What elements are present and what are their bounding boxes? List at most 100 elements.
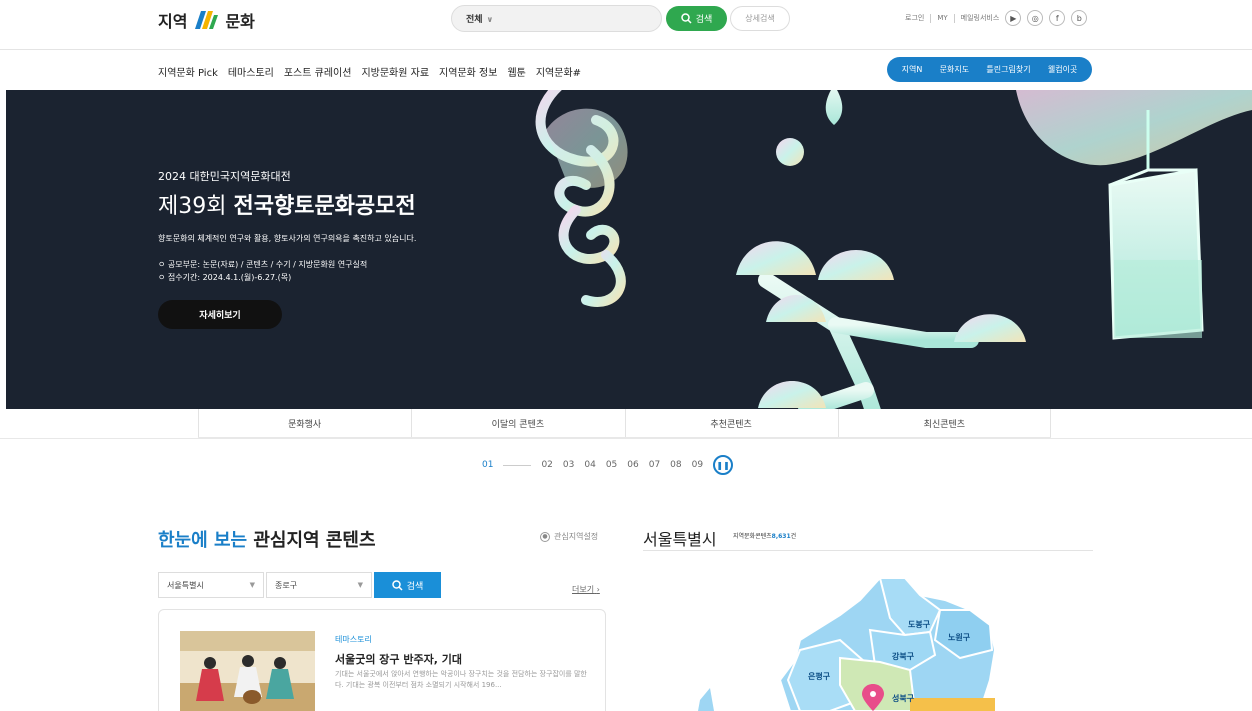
quick-item-welcome[interactable]: 웰컴이곳 <box>1048 64 1077 75</box>
nav-item-post-curation[interactable]: 포스트 큐레이션 <box>284 64 352 79</box>
search-button[interactable]: 검색 <box>666 6 727 31</box>
nav-item-cultural-center[interactable]: 지방문화원 자료 <box>361 64 429 79</box>
my-link[interactable]: MY <box>937 14 947 22</box>
region-setting-label: 관심지역설정 <box>554 532 599 541</box>
login-link[interactable]: 로그인 <box>905 13 924 23</box>
nav-item-webtoon[interactable]: 웹툰 <box>507 64 525 79</box>
banner-year: 2024 대한민국지역문화대전 <box>158 170 291 183</box>
interest-title-rest: 관심지역 콘텐츠 <box>253 530 376 551</box>
nav-item-culture-info[interactable]: 지역문화 정보 <box>439 64 497 79</box>
search-box: 전체 ∨ <box>451 5 662 32</box>
site-logo[interactable]: 지역 문화 <box>158 8 255 32</box>
more-link-label: 더보기 <box>572 585 595 594</box>
district-label-gangbuk[interactable]: 강북구 <box>892 651 915 661</box>
page-indicator[interactable]: 06 <box>627 460 638 470</box>
district-select[interactable]: 종로구 ▼ <box>266 572 372 598</box>
page-indicator[interactable]: 03 <box>563 460 574 470</box>
count-value: 8,631 <box>771 533 791 540</box>
nav-item-pick[interactable]: 지역문화 Pick <box>158 64 218 79</box>
banner-description: 향토문화의 체계적인 연구와 활용, 향토사가의 연구의욕을 촉진하고 있습니다… <box>158 234 417 243</box>
youtube-icon[interactable]: ▶ <box>1005 10 1022 26</box>
banner-detail-button[interactable]: 자세히보기 <box>158 300 282 329</box>
divider <box>953 13 955 23</box>
search-scope-label: 전체 <box>466 15 483 25</box>
card-category: 테마스토리 <box>335 635 372 644</box>
district-label-eunpyeong[interactable]: 은평구 <box>808 671 831 681</box>
region-search-label: 검색 <box>406 581 424 592</box>
banner-details: ㅇ 공모부문: 논문(자료) / 콘텐츠 / 수기 / 지방문화원 연구실적 ㅇ… <box>158 258 416 284</box>
tab-culture-events[interactable]: 문화행사 <box>198 409 411 437</box>
tab-monthly-content[interactable]: 이달의 콘텐츠 <box>411 409 624 437</box>
banner-title-bold: 전국향토문화공모전 <box>233 194 416 219</box>
search-scope-select[interactable]: 전체 ∨ <box>466 12 516 25</box>
quick-menu: 지역N 문화지도 틀린그림찾기 웰컴이곳 <box>887 57 1092 82</box>
page-indicator[interactable]: 08 <box>670 460 681 470</box>
page-indicator[interactable]: 09 <box>692 460 703 470</box>
caret-down-icon: ▼ <box>357 581 363 589</box>
quick-item-spot-difference[interactable]: 틀린그림찾기 <box>986 64 1030 75</box>
quick-item-region-n[interactable]: 지역N <box>902 64 923 75</box>
tab-recommended[interactable]: 추천콘텐츠 <box>624 409 838 437</box>
nav-item-theme-story[interactable]: 테마스토리 <box>228 64 274 79</box>
more-link[interactable]: 더보기 › <box>572 584 600 595</box>
nav-item-hashtag[interactable]: 지역문화# <box>536 64 581 79</box>
district-label-nowon[interactable]: 노원구 <box>948 632 971 642</box>
main-nav: 지역문화 Pick 테마스토리 포스트 큐레이션 지방문화원 자료 지역문화 정… <box>0 50 1252 90</box>
logo-text-right: 문화 <box>225 12 255 31</box>
page-indicator-active[interactable]: 01 <box>482 460 493 470</box>
seoul-title: 서울특별시 <box>643 530 717 549</box>
district-select-value: 종로구 <box>275 580 298 590</box>
caret-down-icon: ▼ <box>249 581 255 589</box>
page: 지역 문화 전체 ∨ 검색 상세검색 로그인 MY 메일링서비스 ▶ ◎ f b… <box>0 0 1252 711</box>
content-card[interactable]: 테마스토리 서울굿의 장구 반주자, 기대 기대는 서울굿에서 앉아서 연행하는… <box>158 609 606 711</box>
region-setting-button[interactable]: ● 관심지역설정 <box>540 531 598 542</box>
pause-icon[interactable]: ❚❚ <box>713 455 734 475</box>
banner-text: 2024 대한민국지역문화대전 제39회 전국향토문화공모전 향토문화의 체계적… <box>158 168 416 329</box>
city-select[interactable]: 서울특별시 ▼ <box>158 572 264 598</box>
search-button-label: 검색 <box>695 15 713 25</box>
search-icon <box>391 579 403 591</box>
seoul-content-count: 지역문화콘텐츠8,631건 <box>733 531 796 540</box>
facebook-icon[interactable]: f <box>1049 10 1066 26</box>
search-icon <box>680 13 692 24</box>
logo-text-left: 지역 <box>158 12 188 31</box>
count-unit: 건 <box>790 533 797 540</box>
settings-icon: ● <box>540 531 550 542</box>
logo-mark-icon <box>193 9 219 31</box>
page-indicator[interactable]: 02 <box>541 460 552 470</box>
utility-menu: 로그인 MY 메일링서비스 ▶ ◎ f b <box>905 10 1088 26</box>
banner-title-light: 제39회 <box>158 194 227 219</box>
search-input[interactable] <box>516 13 656 24</box>
page-indicator[interactable]: 07 <box>649 460 660 470</box>
instagram-icon[interactable]: ◎ <box>1027 10 1044 26</box>
region-search-button[interactable]: 검색 <box>374 572 441 598</box>
advanced-search-button[interactable]: 상세검색 <box>730 6 790 31</box>
chevron-down-icon: ∨ <box>486 15 494 24</box>
divider <box>643 550 1093 551</box>
header: 지역 문화 전체 ∨ 검색 상세검색 로그인 MY 메일링서비스 ▶ ◎ f b <box>0 0 1252 50</box>
card-description: 기대는 서울굿에서 앉아서 연행하는 악공이나 장구치는 것을 전담하는 장구잡… <box>335 670 587 689</box>
card-illustration <box>180 631 315 711</box>
interest-title-highlight: 한눈에 보는 <box>158 530 248 551</box>
card-title[interactable]: 서울굿의 장구 반주자, 기대 <box>335 651 462 667</box>
blog-icon[interactable]: b <box>1071 10 1088 26</box>
page-indicator[interactable]: 05 <box>606 460 617 470</box>
banner-detail-category: ㅇ 공모부문: 논문(자료) / 콘텐츠 / 수기 / 지방문화원 연구실적 <box>158 260 368 269</box>
interest-section-title: 한눈에 보는 관심지역 콘텐츠 <box>158 526 376 552</box>
seoul-district-map[interactable]: 도봉구 노원구 강북구 은평구 성북구 <box>690 570 1020 711</box>
page-indicator[interactable]: 04 <box>584 460 595 470</box>
district-label-dobong[interactable]: 도봉구 <box>908 619 931 629</box>
count-label: 지역문화콘텐츠 <box>733 533 772 540</box>
mailing-link[interactable]: 메일링서비스 <box>961 13 1000 23</box>
main-nav-menu: 지역문화 Pick 테마스토리 포스트 큐레이션 지방문화원 자료 지역문화 정… <box>158 64 581 79</box>
divider <box>0 438 1252 439</box>
banner-pagination: 01 02 03 04 05 06 07 08 09 ❚❚ <box>482 455 734 475</box>
tab-latest[interactable]: 최신콘텐츠 <box>837 409 1051 437</box>
card-thumbnail <box>180 631 315 711</box>
district-label-seongbuk[interactable]: 성북구 <box>892 693 915 703</box>
main-banner[interactable]: 2024 대한민국지역문화대전 제39회 전국향토문화공모전 향토문화의 체계적… <box>6 90 1252 409</box>
quick-item-culture-map[interactable]: 문화지도 <box>940 64 969 75</box>
banner-title: 제39회 전국향토문화공모전 <box>158 188 416 220</box>
chevron-right-icon: › <box>596 585 600 594</box>
banner-detail-period: ㅇ 접수기간: 2024.4.1.(월)-6.27.(목) <box>158 273 292 282</box>
